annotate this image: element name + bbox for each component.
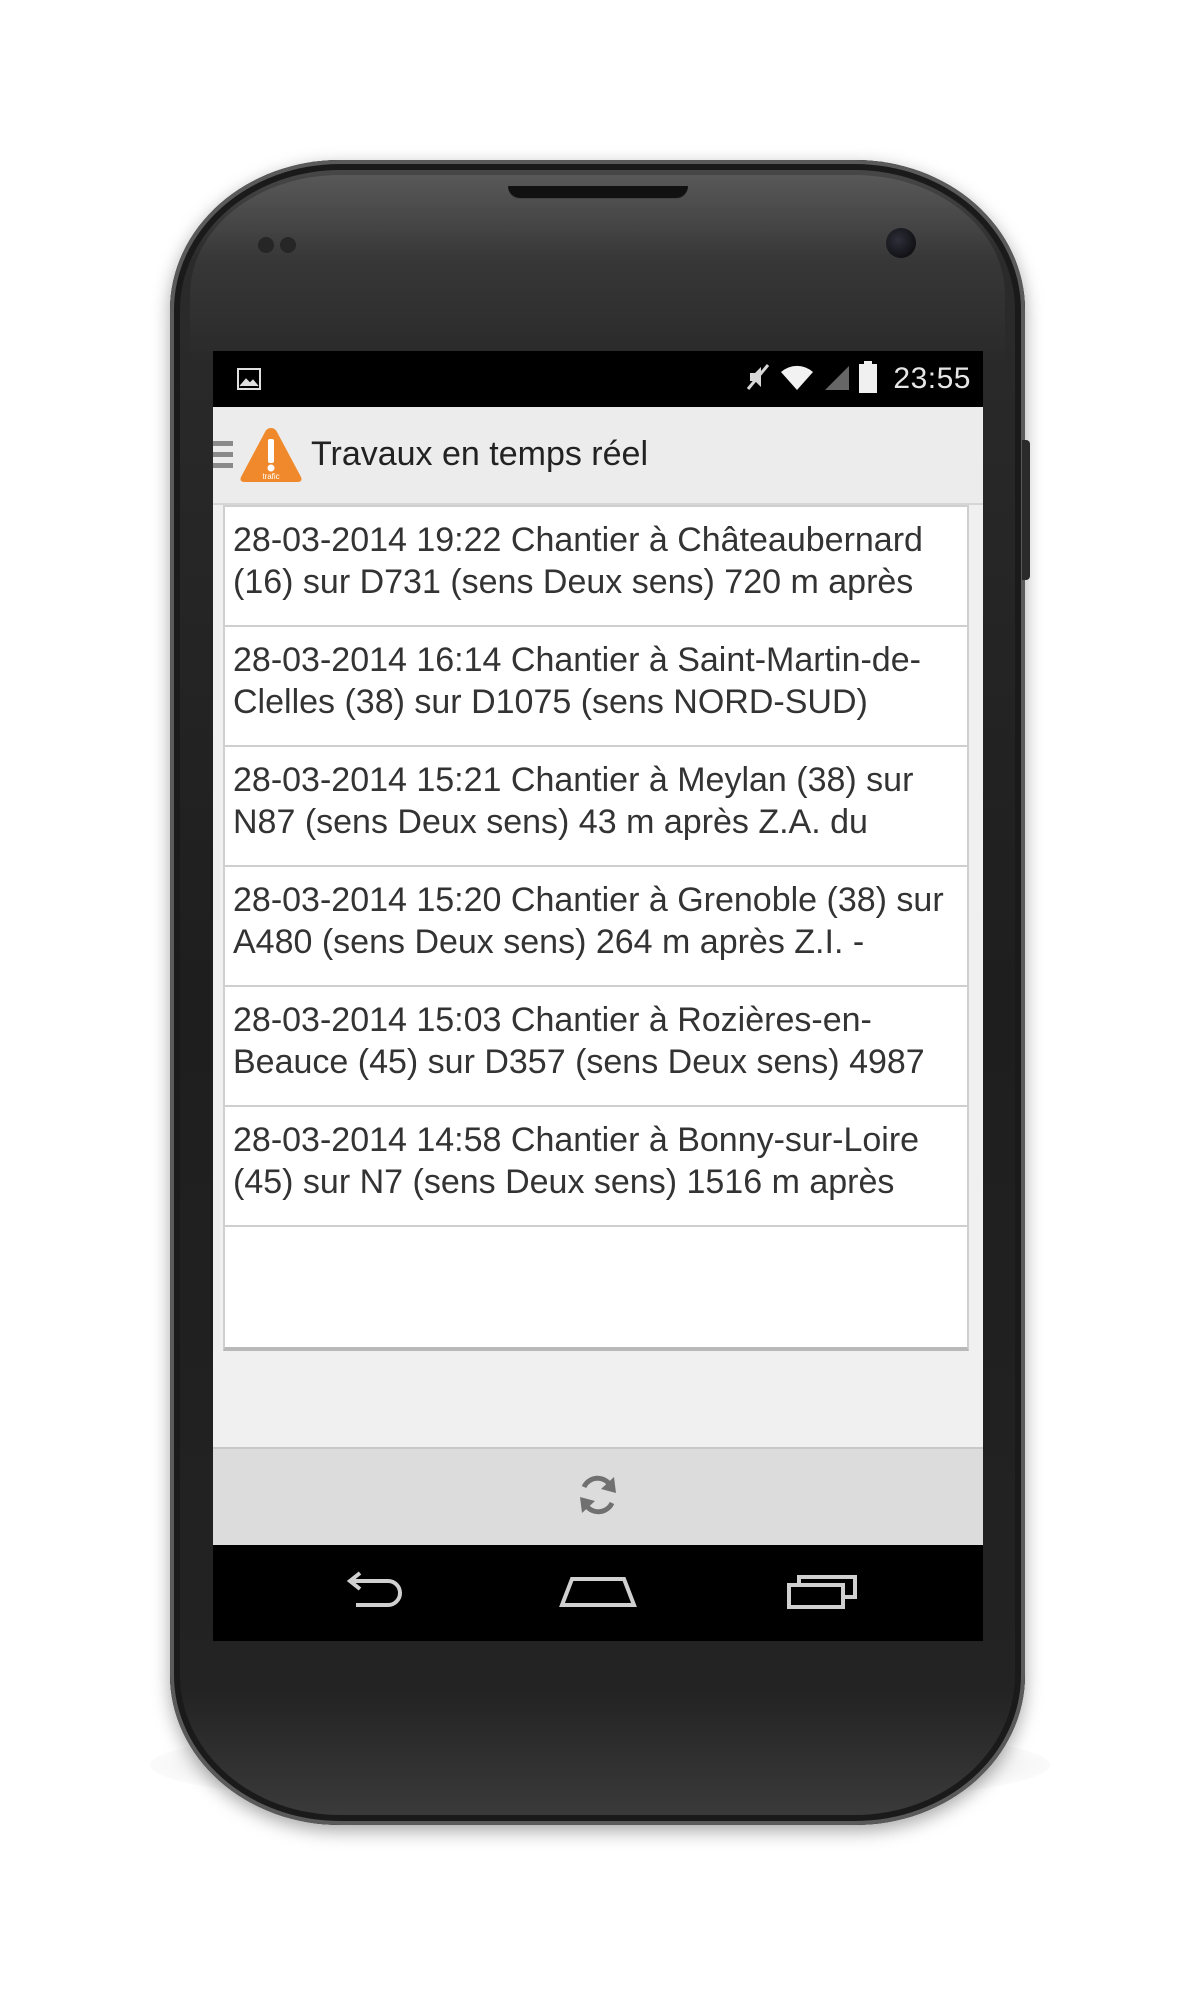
- list-item-text: [233, 1239, 963, 1325]
- image-notification-icon: [237, 368, 261, 390]
- refresh-icon: [574, 1471, 622, 1524]
- signal-icon: [823, 362, 851, 397]
- home-button[interactable]: [558, 1565, 638, 1621]
- bottom-action-bar: [213, 1447, 983, 1545]
- refresh-button[interactable]: [568, 1469, 628, 1525]
- status-bar: 23:55: [213, 351, 983, 407]
- recent-apps-button[interactable]: [783, 1565, 863, 1621]
- list-item-text: 28-03-2014 19:22 Chantier à Châteauberna…: [233, 521, 923, 601]
- wifi-icon: [779, 362, 815, 397]
- list-item[interactable]: 28-03-2014 15:03 Chantier à Rozières-en-…: [223, 985, 969, 1111]
- list-item[interactable]: 28-03-2014 19:22 Chantier à Châteauberna…: [223, 505, 969, 631]
- incident-list: 28-03-2014 19:22 Chantier à Châteauberna…: [213, 505, 983, 1447]
- list-item-text: 28-03-2014 14:58 Chantier à Bonny-sur-Lo…: [233, 1121, 920, 1201]
- power-button: [1022, 440, 1030, 580]
- list-item-text: 28-03-2014 15:20 Chantier à Grenoble (38…: [233, 881, 944, 961]
- list-item-text: 28-03-2014 16:14 Chantier à Saint-Martin…: [233, 641, 921, 721]
- list-item[interactable]: [223, 1225, 969, 1351]
- home-icon: [558, 1571, 638, 1616]
- system-navigation-bar: [213, 1545, 983, 1641]
- earpiece-speaker: [508, 186, 688, 198]
- battery-icon: [859, 360, 878, 398]
- front-camera: [886, 228, 916, 258]
- proximity-sensors: [258, 237, 308, 255]
- list-item[interactable]: 28-03-2014 16:14 Chantier à Saint-Martin…: [223, 625, 969, 751]
- status-time: 23:55: [893, 362, 971, 395]
- app-logo-label: trafic: [262, 472, 279, 481]
- status-icons: 23:55: [745, 351, 971, 407]
- app-logo-icon[interactable]: trafic: [239, 425, 303, 485]
- back-icon: [338, 1570, 408, 1616]
- page-title: Travaux en temps réel: [311, 435, 648, 473]
- screen: 23:55 trafic Travaux en temps réel 28-03…: [213, 351, 983, 1641]
- list-item-text: 28-03-2014 15:03 Chantier à Rozières-en-…: [233, 1001, 925, 1081]
- stage: 23:55 trafic Travaux en temps réel 28-03…: [0, 0, 1195, 1994]
- phone-gloss: [190, 175, 1005, 365]
- list-item[interactable]: 28-03-2014 14:58 Chantier à Bonny-sur-Lo…: [223, 1105, 969, 1231]
- action-bar: trafic Travaux en temps réel: [213, 407, 983, 505]
- list-item[interactable]: 28-03-2014 15:21 Chantier à Meylan (38) …: [223, 745, 969, 871]
- list-item-text: 28-03-2014 15:21 Chantier à Meylan (38) …: [233, 761, 914, 841]
- mute-icon: [745, 362, 771, 397]
- back-button[interactable]: [333, 1565, 413, 1621]
- navigation-drawer-icon[interactable]: [213, 441, 233, 471]
- list-item[interactable]: 28-03-2014 15:20 Chantier à Grenoble (38…: [223, 865, 969, 991]
- recent-apps-icon: [785, 1571, 861, 1616]
